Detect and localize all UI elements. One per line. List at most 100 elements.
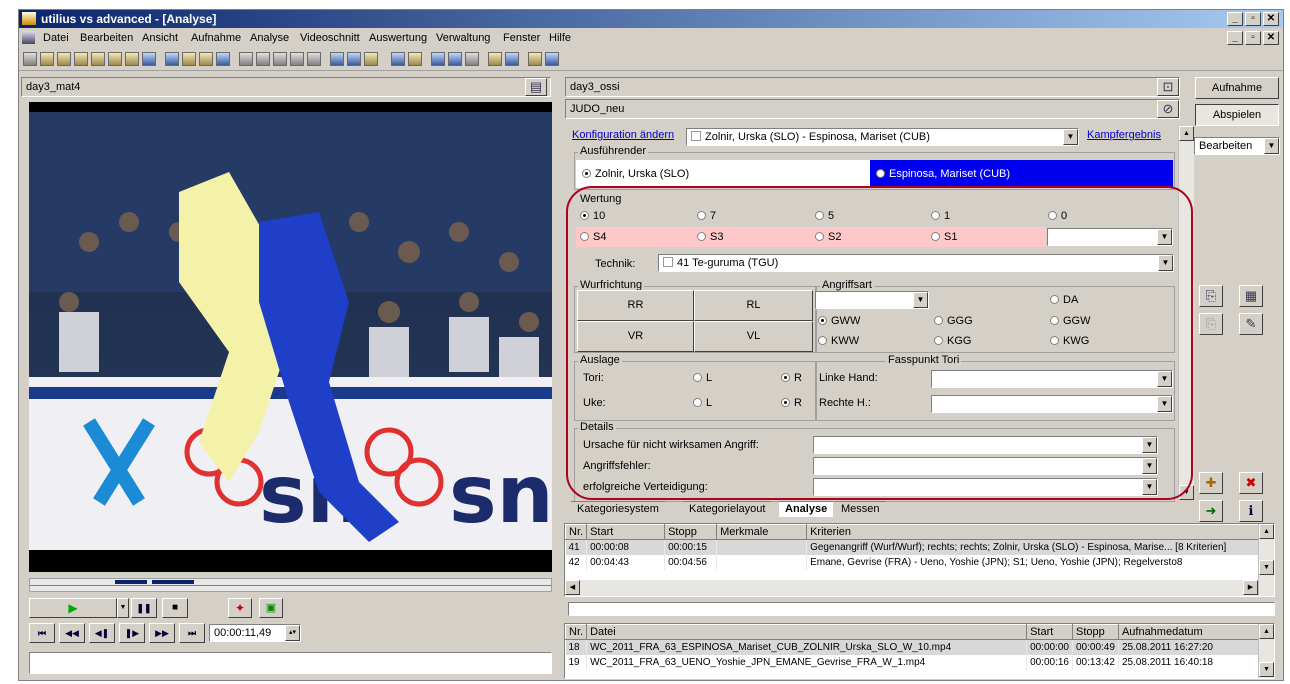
settings-icon[interactable] — [528, 52, 542, 66]
scroll-up-icon[interactable]: ▲ — [1259, 624, 1274, 639]
scroll-right-icon[interactable]: ▶ — [1243, 580, 1258, 595]
strafe-s1-radio[interactable]: S1 — [931, 231, 957, 243]
copy-to-clipboard-icon[interactable]: ⎘ — [1199, 285, 1223, 307]
info-event-icon[interactable]: ℹ — [1239, 500, 1263, 522]
monitor-icon[interactable] — [431, 52, 445, 66]
time-spinner-icon[interactable]: ▴▾ — [285, 625, 300, 641]
col-start[interactable]: Start — [1026, 624, 1073, 640]
time-input[interactable]: 00:00:11,49 ▴▾ — [209, 624, 301, 642]
export-icon[interactable] — [91, 52, 105, 66]
paste-analysis-icon[interactable]: ⎘ — [1199, 313, 1223, 335]
events-scrollbar[interactable]: ▲ ▼ — [1258, 524, 1274, 596]
col-stopp[interactable]: Stopp — [664, 524, 718, 540]
col-merkmale[interactable]: Merkmale — [716, 524, 808, 540]
import-icon[interactable] — [74, 52, 88, 66]
add-event-icon[interactable]: ✚ — [1199, 472, 1223, 494]
tab-kategoriesystem[interactable]: Kategoriesystem — [571, 501, 665, 517]
open-icon[interactable] — [40, 52, 54, 66]
fast-forward-button[interactable]: ▶▶ — [149, 623, 175, 643]
layout-icon[interactable] — [216, 52, 230, 66]
maximize-button[interactable]: ▫ — [1245, 12, 1261, 26]
table-row[interactable]: 19 WC_2011_FRA_63_UENO_Yoshie_JPN_EMANE_… — [565, 654, 1261, 670]
angriff-kwg-radio[interactable]: KWG — [1050, 335, 1089, 347]
angriff-ggw-radio[interactable]: GGW — [1050, 315, 1091, 327]
kampfergebnis-link[interactable]: Kampfergebnis — [1087, 129, 1161, 141]
events-hscrollbar[interactable]: ◀ ▶ — [565, 580, 1258, 596]
angriff-kgg-radio[interactable]: KGG — [934, 335, 971, 347]
rewind-button[interactable]: ◀◀ — [59, 623, 85, 643]
angriff-kww-radio[interactable]: KWW — [818, 335, 859, 347]
pause-button[interactable]: ❚❚ — [131, 598, 157, 618]
tori-l-radio[interactable]: L — [693, 372, 712, 384]
files-scrollbar[interactable]: ▲ ▼ — [1258, 624, 1274, 678]
child-maximize-button[interactable]: ▫ — [1245, 31, 1261, 45]
filter-field[interactable] — [568, 602, 1275, 616]
verteidigung-select[interactable]: ▼ — [813, 478, 1158, 496]
child-minimize-button[interactable]: _ — [1227, 31, 1243, 45]
match-select[interactable]: Zolnir, Urska (SLO) - Espinosa, Mariset … — [686, 128, 1079, 146]
menu-analyse[interactable]: Analyse — [250, 32, 289, 44]
frame-back-button[interactable]: ◀❚ — [89, 623, 115, 643]
col-aufnahmedatum[interactable]: Aufnahmedatum — [1117, 624, 1261, 640]
wertung-0-radio[interactable]: 0 — [1048, 210, 1067, 222]
table-row[interactable]: 41 00:00:08 00:00:15 Gegenangriff (Wurf/… — [565, 539, 1260, 555]
mode-select[interactable]: Bearbeiten ▼ — [1194, 137, 1280, 155]
library-icon[interactable] — [108, 52, 122, 66]
save-analysis-icon[interactable]: ▦ — [1239, 285, 1263, 307]
angriffsart-select[interactable]: ▼ — [815, 291, 929, 309]
menu-datei[interactable]: Datei — [43, 32, 69, 44]
scroll-down-icon[interactable]: ▼ — [1259, 560, 1274, 575]
tab-messen[interactable]: Messen — [835, 501, 886, 517]
aufnahme-button[interactable]: Aufnahme — [1195, 77, 1279, 99]
technik-select[interactable]: 41 Te-guruma (TGU) ▼ — [658, 254, 1174, 272]
image-icon[interactable] — [199, 52, 213, 66]
abspielen-button[interactable]: Abspielen — [1195, 104, 1279, 126]
undo-icon[interactable] — [290, 52, 304, 66]
edit-analysis-icon[interactable]: ✎ — [1239, 313, 1263, 335]
skip-end-button[interactable]: ⏭ — [179, 623, 205, 643]
edit-icon[interactable] — [488, 52, 502, 66]
frame-forward-button[interactable]: ❚▶ — [119, 623, 145, 643]
strafe-s3-radio[interactable]: S3 — [697, 231, 723, 243]
wurf-rr-button[interactable]: RR — [577, 290, 694, 321]
folder-icon[interactable] — [125, 52, 139, 66]
col-stopp[interactable]: Stopp — [1072, 624, 1119, 640]
athlete1-option[interactable]: Zolnir, Urska (SLO) — [576, 160, 870, 188]
scroll-up-icon[interactable]: ▲ — [1259, 524, 1274, 539]
col-start[interactable]: Start — [586, 524, 666, 540]
close-button[interactable]: ✕ — [1263, 12, 1279, 26]
angriff-gww-radio[interactable]: GWW — [818, 315, 860, 327]
chart-icon[interactable] — [408, 52, 422, 66]
stop-button[interactable]: ■ — [162, 598, 188, 618]
save-icon[interactable] — [142, 52, 156, 66]
uke-l-radio[interactable]: L — [693, 397, 712, 409]
athlete2-option[interactable]: Espinosa, Mariset (CUB) — [870, 160, 1173, 188]
video-timeline[interactable] — [29, 578, 552, 592]
redo-icon[interactable] — [307, 52, 321, 66]
menu-auswertung[interactable]: Auswertung — [369, 32, 427, 44]
tori-r-radio[interactable]: R — [781, 372, 802, 384]
scroll-left-icon[interactable]: ◀ — [565, 580, 580, 595]
table-icon[interactable] — [465, 52, 479, 66]
skip-start-button[interactable]: ⏮ — [29, 623, 55, 643]
child-close-button[interactable]: ✕ — [1263, 31, 1279, 45]
strafe-s2-radio[interactable]: S2 — [815, 231, 841, 243]
konfiguration-link[interactable]: Konfiguration ändern — [572, 129, 674, 141]
snapshot-button[interactable]: ▣ — [259, 598, 283, 618]
view-dropdown-icon[interactable] — [364, 52, 378, 66]
minimize-button[interactable]: _ — [1227, 12, 1243, 26]
camera-icon[interactable] — [448, 52, 462, 66]
filter-icon[interactable] — [391, 52, 405, 66]
angriff-da-radio[interactable]: DA — [1050, 294, 1078, 306]
linke-hand-select[interactable]: ▼ — [931, 370, 1173, 388]
menu-verwaltung[interactable]: Verwaltung — [436, 32, 490, 44]
wertung-1-radio[interactable]: 1 — [931, 210, 950, 222]
play-dropdown-button[interactable]: ▼ — [117, 598, 129, 618]
wertung-5-radio[interactable]: 5 — [815, 210, 834, 222]
col-nr[interactable]: Nr. — [565, 624, 588, 640]
help-icon[interactable] — [545, 52, 559, 66]
menu-hilfe[interactable]: Hilfe — [549, 32, 571, 44]
col-datei[interactable]: Datei — [586, 624, 1028, 640]
copy-icon[interactable] — [256, 52, 270, 66]
new-icon[interactable] — [23, 52, 37, 66]
